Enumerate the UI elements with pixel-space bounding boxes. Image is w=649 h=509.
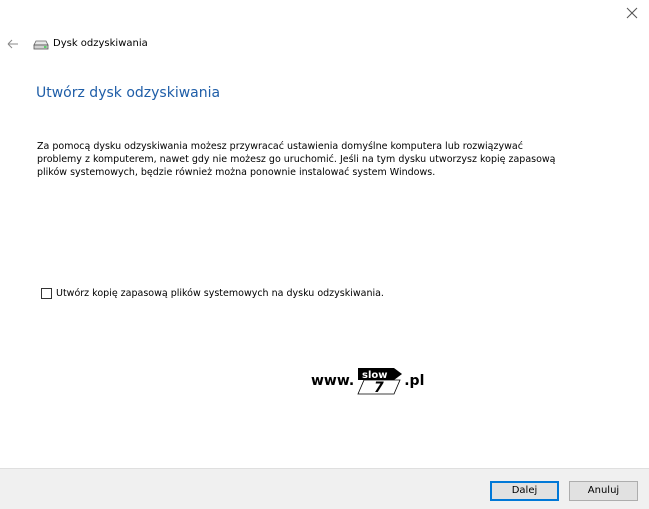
page-title: Utwórz dysk odzyskiwania bbox=[36, 85, 221, 101]
slow7-logo-bottom-text: 7 bbox=[374, 380, 384, 396]
next-button[interactable]: Dalej bbox=[490, 481, 559, 501]
cancel-button[interactable]: Anuluj bbox=[569, 481, 638, 501]
close-icon[interactable] bbox=[625, 6, 639, 20]
drive-icon bbox=[33, 40, 49, 50]
backup-system-files-option[interactable]: Utwórz kopię zapasową plików systemowych… bbox=[41, 287, 384, 300]
backup-system-files-checkbox[interactable] bbox=[41, 288, 52, 299]
recovery-drive-window: Dysk odzyskiwania Utwórz dysk odzyskiwan… bbox=[0, 0, 649, 509]
backup-system-files-label[interactable]: Utwórz kopię zapasową plików systemowych… bbox=[56, 287, 384, 300]
back-arrow-icon[interactable] bbox=[7, 38, 19, 50]
footer-bar: Dalej Anuluj bbox=[0, 468, 649, 509]
nav-bar: Dysk odzyskiwania bbox=[7, 37, 148, 51]
watermark: www. slow 7 .pl bbox=[311, 366, 424, 396]
watermark-suffix: .pl bbox=[404, 373, 425, 389]
description-text: Za pomocą dysku odzyskiwania możesz przy… bbox=[37, 141, 556, 178]
watermark-prefix: www. bbox=[311, 373, 355, 389]
slow7-logo: slow 7 bbox=[357, 368, 403, 396]
window-title: Dysk odzyskiwania bbox=[53, 38, 148, 49]
